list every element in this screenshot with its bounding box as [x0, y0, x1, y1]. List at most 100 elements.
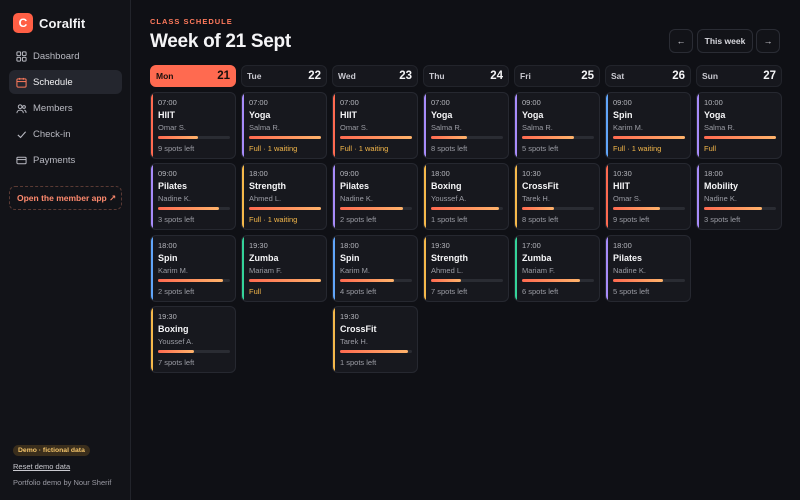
day-number: 24	[490, 70, 503, 82]
class-name: Pilates	[613, 253, 643, 263]
class-availability: 3 spots left	[158, 215, 195, 224]
class-time: 07:00	[340, 98, 359, 107]
class-card[interactable]: 07:00 Yoga Salma R. 8 spots left	[423, 92, 509, 159]
capacity-bar-fill	[613, 279, 664, 282]
class-name: HIIT	[340, 110, 357, 120]
class-color-stripe	[151, 164, 153, 229]
brand[interactable]: C Coralfit	[13, 13, 85, 33]
class-card[interactable]: 10:00 Yoga Salma R. Full	[696, 92, 782, 159]
class-availability: 2 spots left	[340, 215, 377, 224]
class-availability: Full · 1 waiting	[340, 144, 389, 153]
class-availability: 1 spots left	[340, 358, 377, 367]
day-header-sun: Sun 27	[696, 65, 782, 87]
class-time: 19:30	[340, 312, 359, 321]
class-coach: Mariam F.	[249, 266, 282, 275]
class-card[interactable]: 07:00 HIIT Omar S. 9 spots left	[150, 92, 236, 159]
capacity-bar	[704, 136, 776, 139]
class-card[interactable]: 19:30 Strength Ahmed L. 7 spots left	[423, 235, 509, 302]
class-availability: 8 spots left	[431, 144, 468, 153]
class-card[interactable]: 19:30 CrossFit Tarek H. 1 spots left	[332, 306, 418, 373]
class-time: 18:00	[158, 241, 177, 250]
class-card[interactable]: 18:00 Pilates Nadine K. 5 spots left	[605, 235, 691, 302]
class-availability: Full · 1 waiting	[249, 144, 298, 153]
sidebar-item-schedule[interactable]: Schedule	[9, 70, 122, 94]
class-name: Yoga	[431, 110, 453, 120]
sidebar-item-check-in[interactable]: Check-in	[9, 122, 122, 146]
class-time: 18:00	[431, 169, 450, 178]
capacity-bar-fill	[613, 207, 660, 210]
class-card[interactable]: 09:00 Yoga Salma R. 5 spots left	[514, 92, 600, 159]
class-availability: 8 spots left	[522, 215, 559, 224]
day-name: Tue	[247, 71, 262, 81]
class-coach: Tarek H.	[340, 337, 368, 346]
class-name: Spin	[158, 253, 178, 263]
this-week-button[interactable]: This week	[697, 29, 753, 53]
class-color-stripe	[606, 164, 608, 229]
class-color-stripe	[697, 93, 699, 158]
logo-icon: C	[13, 13, 33, 33]
class-card[interactable]: 18:00 Spin Karim M. 4 spots left	[332, 235, 418, 302]
day-name: Sun	[702, 71, 719, 81]
previous-week-button[interactable]: ←	[669, 29, 693, 53]
class-card[interactable]: 07:00 HIIT Omar S. Full · 1 waiting	[332, 92, 418, 159]
class-card[interactable]: 10:30 HIIT Omar S. 9 spots left	[605, 163, 691, 230]
class-time: 10:30	[613, 169, 632, 178]
sidebar-item-members[interactable]: Members	[9, 96, 122, 120]
class-card[interactable]: 09:00 Pilates Nadine K. 3 spots left	[150, 163, 236, 230]
class-color-stripe	[515, 236, 517, 301]
class-card[interactable]: 18:00 Strength Ahmed L. Full · 1 waiting	[241, 163, 327, 230]
class-name: CrossFit	[522, 181, 559, 191]
class-card[interactable]: 18:00 Mobility Nadine K. 3 spots left	[696, 163, 782, 230]
class-card[interactable]: 10:30 CrossFit Tarek H. 8 spots left	[514, 163, 600, 230]
class-card[interactable]: 19:30 Zumba Mariam F. Full	[241, 235, 327, 302]
capacity-bar	[340, 136, 412, 139]
capacity-bar-fill	[431, 279, 462, 282]
sidebar-item-payments[interactable]: Payments	[9, 148, 122, 172]
class-coach: Salma R.	[522, 123, 553, 132]
class-card[interactable]: 09:00 Pilates Nadine K. 2 spots left	[332, 163, 418, 230]
class-availability: Full · 1 waiting	[249, 215, 298, 224]
day-number: 21	[217, 70, 230, 82]
class-time: 19:30	[249, 241, 268, 250]
class-name: Strength	[431, 253, 468, 263]
capacity-bar-fill	[431, 207, 500, 210]
demo-badge: Demo · fictional data	[13, 445, 90, 456]
class-name: HIIT	[613, 181, 630, 191]
class-time: 10:30	[522, 169, 541, 178]
sidebar-item-label: Payments	[33, 154, 76, 166]
class-card[interactable]: 07:00 Yoga Salma R. Full · 1 waiting	[241, 92, 327, 159]
day-name: Sat	[611, 71, 625, 81]
class-coach: Salma R.	[249, 123, 280, 132]
class-card[interactable]: 18:00 Boxing Youssef A. 1 spots left	[423, 163, 509, 230]
class-time: 18:00	[340, 241, 359, 250]
next-week-button[interactable]: →	[756, 29, 780, 53]
sidebar-item-dashboard[interactable]: Dashboard	[9, 44, 122, 68]
class-coach: Ahmed L.	[431, 266, 464, 275]
class-card[interactable]: 18:00 Spin Karim M. 2 spots left	[150, 235, 236, 302]
users-icon	[15, 102, 27, 114]
reset-demo-link[interactable]: Reset demo data	[13, 462, 70, 471]
class-coach: Youssef A.	[431, 194, 467, 203]
class-card[interactable]: 09:00 Spin Karim M. Full · 1 waiting	[605, 92, 691, 159]
class-coach: Mariam F.	[522, 266, 555, 275]
capacity-bar	[340, 279, 412, 282]
class-card[interactable]: 17:00 Zumba Mariam F. 6 spots left	[514, 235, 600, 302]
day-header-sat: Sat 26	[605, 65, 691, 87]
open-member-app-link[interactable]: Open the member app ↗	[9, 186, 122, 210]
capacity-bar-fill	[340, 207, 404, 210]
class-availability: 7 spots left	[158, 358, 195, 367]
capacity-bar-fill	[158, 207, 220, 210]
calendar-icon	[15, 76, 27, 88]
sidebar: C Coralfit Dashboard Schedule Members Ch…	[0, 0, 131, 500]
capacity-bar-fill	[431, 136, 467, 139]
capacity-bar	[704, 207, 776, 210]
class-availability: 5 spots left	[522, 144, 559, 153]
capacity-bar-fill	[249, 279, 321, 282]
capacity-bar-fill	[158, 136, 198, 139]
class-card[interactable]: 19:30 Boxing Youssef A. 7 spots left	[150, 306, 236, 373]
class-coach: Omar S.	[613, 194, 641, 203]
class-coach: Ahmed L.	[249, 194, 282, 203]
day-name: Wed	[338, 71, 356, 81]
class-availability: 1 spots left	[431, 215, 468, 224]
capacity-bar	[522, 279, 594, 282]
